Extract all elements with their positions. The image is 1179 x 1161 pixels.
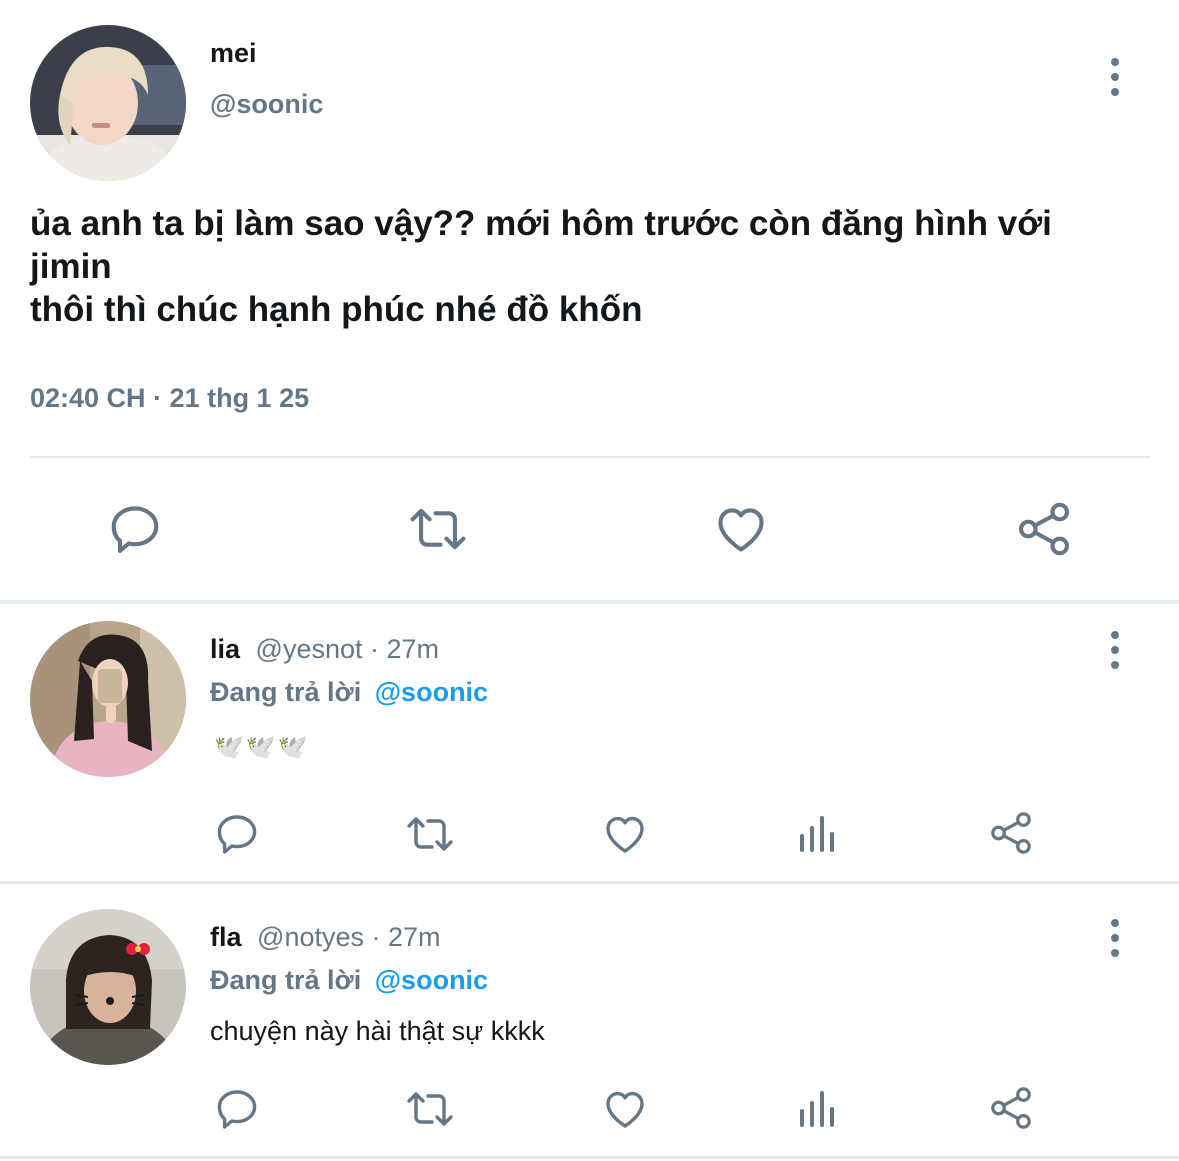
- share-icon[interactable]: [1015, 500, 1073, 558]
- reply-2-header: fla @notyes · 27m: [210, 922, 441, 953]
- reply-2-replying-handle[interactable]: @soonic: [375, 965, 488, 995]
- reply-1-replying-handle[interactable]: @soonic: [375, 677, 488, 707]
- main-more-options-icon[interactable]: [1111, 58, 1119, 96]
- reply-1-comment-icon[interactable]: [213, 810, 261, 858]
- reply-1-text: 🕊️🕊️🕊️: [214, 734, 310, 761]
- reply-1-display-name[interactable]: lia: [210, 634, 240, 664]
- reply-2-display-name[interactable]: fla: [210, 922, 242, 952]
- main-timestamp[interactable]: 02:40 CH · 21 thg 1 25: [30, 383, 309, 414]
- tweet-text-line-3: thôi thì chúc hạnh phúc nhé đồ khốn: [30, 290, 643, 329]
- main-display-name[interactable]: mei: [210, 38, 257, 69]
- reply-1-replying-to: Đang trả lời @soonic: [210, 677, 488, 708]
- reply-divider-1: [0, 881, 1179, 884]
- reply-2-more-options-icon[interactable]: [1111, 919, 1119, 957]
- main-divider: [30, 456, 1150, 458]
- reply-2-text: chuyện này hài thật sự kkkk: [210, 1016, 545, 1046]
- reply-1-share-icon[interactable]: [988, 810, 1034, 856]
- section-divider: [0, 600, 1179, 604]
- reply-1-meta[interactable]: @yesnot · 27m: [256, 634, 439, 664]
- avatar-mei[interactable]: [30, 25, 186, 181]
- tweet-text-line-2: jimin: [30, 247, 112, 286]
- reply-1-more-options-icon[interactable]: [1111, 631, 1119, 669]
- reply-1-like-icon[interactable]: [600, 810, 650, 858]
- reply-1-analytics-icon[interactable]: [796, 810, 840, 858]
- avatar-lia[interactable]: [30, 621, 186, 777]
- reply-2-analytics-icon[interactable]: [796, 1085, 840, 1133]
- reply-divider-2: [0, 1156, 1179, 1159]
- reply-2-replying-to: Đang trả lời @soonic: [210, 965, 488, 996]
- reply-2-comment-icon[interactable]: [213, 1085, 261, 1133]
- reply-2-meta[interactable]: @notyes · 27m: [257, 922, 440, 952]
- reply-1-retweet-icon[interactable]: [402, 810, 458, 858]
- reply-2-retweet-icon[interactable]: [402, 1085, 458, 1133]
- tweet-text-line-1: ủa anh ta bị làm sao vậy?? mới hôm trước…: [30, 204, 1052, 243]
- main-tweet-text: ủa anh ta bị làm sao vậy?? mới hôm trước…: [30, 202, 1150, 331]
- reply-2-like-icon[interactable]: [600, 1085, 650, 1133]
- retweet-icon[interactable]: [405, 500, 471, 558]
- main-handle[interactable]: @soonic: [210, 89, 323, 120]
- comment-icon[interactable]: [106, 500, 164, 558]
- avatar-fla[interactable]: [30, 909, 186, 1065]
- like-icon[interactable]: [711, 500, 771, 558]
- reply-2-replying-label: Đang trả lời: [210, 965, 362, 995]
- reply-1-header: lia @yesnot · 27m: [210, 634, 439, 665]
- reply-1-replying-label: Đang trả lời: [210, 677, 362, 707]
- reply-2-share-icon[interactable]: [988, 1085, 1034, 1131]
